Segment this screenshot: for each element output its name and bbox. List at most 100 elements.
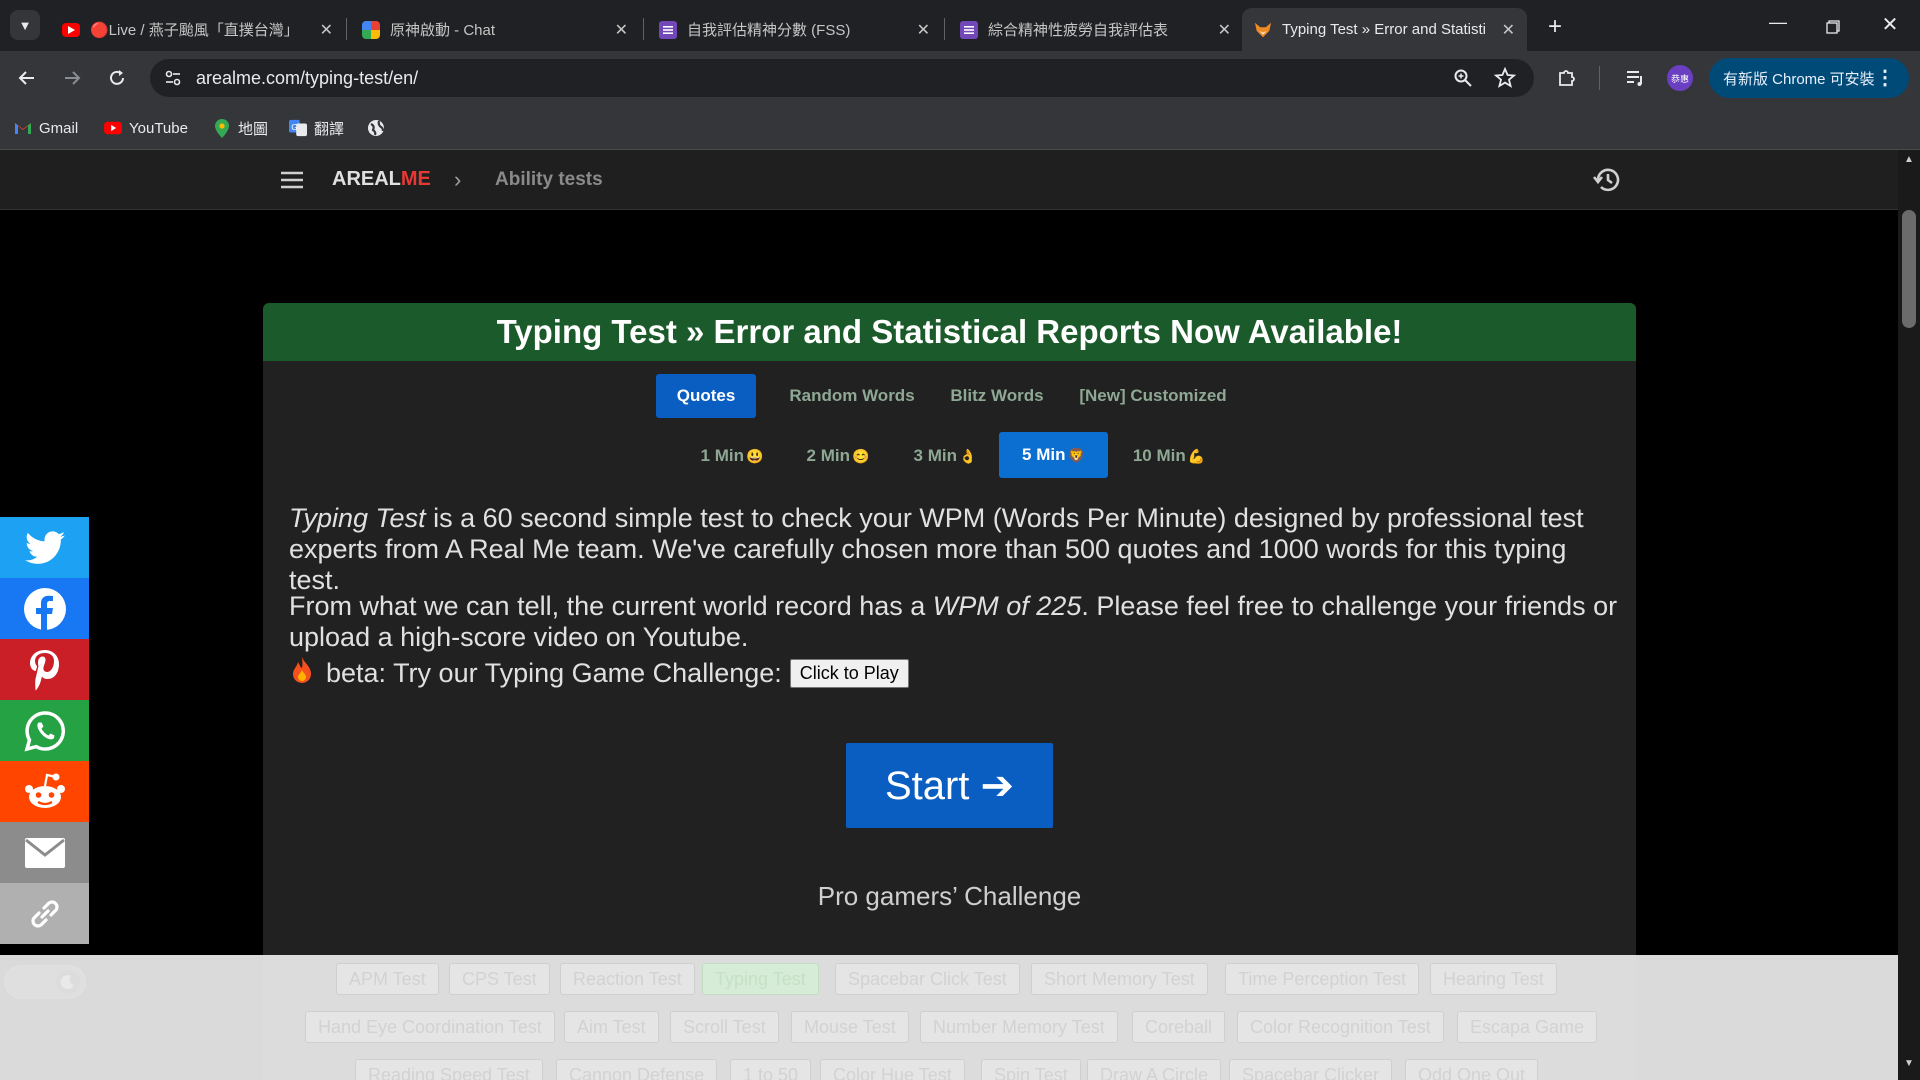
scroll-up-arrow-icon[interactable]: ▲ bbox=[1904, 154, 1914, 165]
close-icon[interactable]: ✕ bbox=[615, 20, 628, 40]
web-page: AREALME › Ability tests Typing Test » Er… bbox=[0, 150, 1898, 1080]
whatsapp-icon bbox=[24, 710, 65, 751]
bookmark-youtube[interactable]: YouTube bbox=[104, 117, 188, 139]
bookmark-maps[interactable]: 地圖 bbox=[213, 117, 268, 139]
mode-tab-random-words[interactable]: Random Words bbox=[768, 374, 936, 418]
related-test-link[interactable]: Odd One Out bbox=[1405, 1059, 1539, 1080]
related-test-link[interactable]: Spacebar Clicker bbox=[1229, 1059, 1393, 1080]
bookmark-globe[interactable] bbox=[367, 117, 392, 139]
bookmark-star-icon[interactable] bbox=[1493, 66, 1517, 94]
copy-link-button[interactable] bbox=[0, 883, 89, 944]
close-window-button[interactable]: ✕ bbox=[1872, 12, 1908, 38]
site-settings-icon[interactable] bbox=[164, 69, 182, 92]
facebook-share-button[interactable] bbox=[0, 578, 89, 639]
duration-2-min[interactable]: 2 Min 😊 bbox=[789, 433, 887, 479]
browser-tab[interactable]: 綜合精神性疲勞自我評估表 ✕ bbox=[948, 8, 1243, 51]
bookmark-label: YouTube bbox=[129, 119, 188, 137]
related-test-link[interactable]: Short Memory Test bbox=[1031, 963, 1208, 995]
related-test-link[interactable]: Reaction Test bbox=[560, 963, 695, 995]
new-tab-button[interactable]: + bbox=[1540, 12, 1570, 42]
bookmark-translate[interactable]: G 翻譯 bbox=[289, 117, 344, 139]
related-test-link[interactable]: Aim Test bbox=[564, 1011, 659, 1043]
reload-button[interactable] bbox=[102, 63, 132, 93]
zoom-icon[interactable] bbox=[1453, 68, 1473, 93]
tab-divider bbox=[944, 18, 945, 40]
page-scrollbar[interactable]: ▲ ▼ bbox=[1898, 150, 1920, 1080]
related-test-link[interactable]: CPS Test bbox=[449, 963, 550, 995]
whatsapp-share-button[interactable] bbox=[0, 700, 89, 761]
related-test-link[interactable]: Escapa Game bbox=[1457, 1011, 1598, 1043]
related-test-link[interactable]: Hand Eye Coordination Test bbox=[305, 1011, 555, 1043]
mode-tab-customized[interactable]: [New] Customized bbox=[1063, 374, 1243, 418]
related-test-link[interactable]: APM Test bbox=[336, 963, 439, 995]
related-test-link[interactable]: Draw A Circle bbox=[1087, 1059, 1222, 1080]
related-test-link[interactable]: Hearing Test bbox=[1430, 963, 1557, 995]
tab-title: 綜合精神性疲勞自我評估表 bbox=[988, 22, 1169, 39]
close-icon[interactable]: ✕ bbox=[1218, 20, 1231, 40]
related-test-link[interactable]: Coreball bbox=[1132, 1011, 1226, 1043]
youtube-icon bbox=[62, 22, 80, 37]
history-button[interactable] bbox=[1592, 166, 1622, 199]
click-to-play-button[interactable]: Click to Play bbox=[789, 659, 909, 688]
playlist-icon bbox=[1627, 71, 1642, 86]
svg-text:G: G bbox=[291, 122, 297, 132]
reddit-icon bbox=[24, 773, 65, 808]
hamburger-menu-button[interactable] bbox=[280, 170, 304, 195]
back-button[interactable] bbox=[12, 63, 42, 93]
minimize-button[interactable]: — bbox=[1760, 12, 1796, 38]
profile-avatar[interactable]: 恭惠 bbox=[1667, 65, 1693, 91]
scrollbar-thumb[interactable] bbox=[1902, 210, 1916, 328]
close-icon[interactable]: ✕ bbox=[320, 20, 333, 40]
beta-text: beta: Try our Typing Game Challenge: bbox=[326, 658, 782, 688]
url-text[interactable]: arealme.com/typing-test/en/ bbox=[196, 68, 418, 89]
record-paragraph: From what we can tell, the current world… bbox=[289, 591, 1618, 652]
duration-5-min[interactable]: 5 Min 🦁 bbox=[999, 432, 1108, 478]
browser-tab[interactable]: 自我評估精神分數 (FSS) ✕ bbox=[647, 8, 942, 51]
tab-title: 原神啟動 - Chat bbox=[390, 22, 496, 39]
mode-tab-blitz-words[interactable]: Blitz Words bbox=[937, 374, 1057, 418]
related-test-link[interactable]: Time Perception Test bbox=[1225, 963, 1420, 995]
site-logo[interactable]: AREALME bbox=[332, 168, 431, 191]
browser-tab[interactable]: 🔴Live / 燕子颱風「直撲台灣」 ✕ bbox=[50, 8, 345, 51]
related-test-link[interactable]: Reading Speed Test bbox=[355, 1059, 543, 1080]
twitter-share-button[interactable] bbox=[0, 517, 89, 578]
browser-tab-active[interactable]: Typing Test » Error and Statisti ✕ bbox=[1242, 8, 1527, 51]
twitter-icon bbox=[24, 530, 65, 564]
scroll-down-arrow-icon[interactable]: ▼ bbox=[1904, 1058, 1914, 1069]
related-test-link[interactable]: Mouse Test bbox=[791, 1011, 909, 1043]
media-controls-button[interactable] bbox=[1620, 63, 1650, 93]
forward-button[interactable] bbox=[57, 63, 87, 93]
arrow-right-icon bbox=[65, 71, 81, 85]
related-test-link[interactable]: 1 to 50 bbox=[730, 1059, 812, 1080]
related-test-link[interactable]: Typing Test bbox=[702, 963, 819, 995]
related-test-link[interactable]: Number Memory Test bbox=[920, 1011, 1118, 1043]
extensions-button[interactable] bbox=[1552, 63, 1582, 93]
related-test-link[interactable]: Spin Test bbox=[981, 1059, 1081, 1080]
duration-1-min[interactable]: 1 Min 😃 bbox=[683, 433, 781, 479]
close-icon[interactable]: ✕ bbox=[1502, 20, 1515, 40]
email-share-button[interactable] bbox=[0, 822, 89, 883]
related-test-link[interactable]: Color Recognition Test bbox=[1237, 1011, 1444, 1043]
close-icon[interactable]: ✕ bbox=[917, 20, 930, 40]
duration-3-min[interactable]: 3 Min 👌 bbox=[896, 433, 994, 479]
related-test-link[interactable]: Scroll Test bbox=[670, 1011, 779, 1043]
breadcrumb[interactable]: Ability tests bbox=[495, 169, 603, 191]
puzzle-icon bbox=[1559, 70, 1575, 86]
related-tests-panel: APM Test CPS Test Reaction Test Typing Test… bbox=[0, 955, 1898, 1080]
tab-search-button[interactable]: ▼ bbox=[10, 10, 40, 40]
restore-button[interactable] bbox=[1815, 14, 1851, 40]
reddit-share-button[interactable] bbox=[0, 761, 89, 822]
pinterest-share-button[interactable] bbox=[0, 639, 89, 700]
related-test-link[interactable]: Color Hue Test bbox=[820, 1059, 965, 1080]
browser-tab[interactable]: 原神啟動 - Chat ✕ bbox=[350, 8, 640, 51]
globe-icon bbox=[367, 119, 385, 137]
facebook-icon bbox=[23, 587, 66, 631]
mode-tab-quotes[interactable]: Quotes bbox=[656, 374, 756, 418]
related-test-link[interactable]: Cannon Defense bbox=[556, 1059, 718, 1080]
duration-10-min[interactable]: 10 Min 💪 bbox=[1117, 433, 1221, 479]
chrome-update-button[interactable]: 有新版 Chrome 可安裝 ⋮ bbox=[1709, 58, 1909, 98]
address-bar[interactable]: arealme.com/typing-test/en/ bbox=[150, 59, 1534, 97]
start-button[interactable]: Start ➔ bbox=[846, 743, 1053, 828]
related-test-link[interactable]: Spacebar Click Test bbox=[835, 963, 1020, 995]
bookmark-gmail[interactable]: Gmail bbox=[14, 117, 78, 139]
